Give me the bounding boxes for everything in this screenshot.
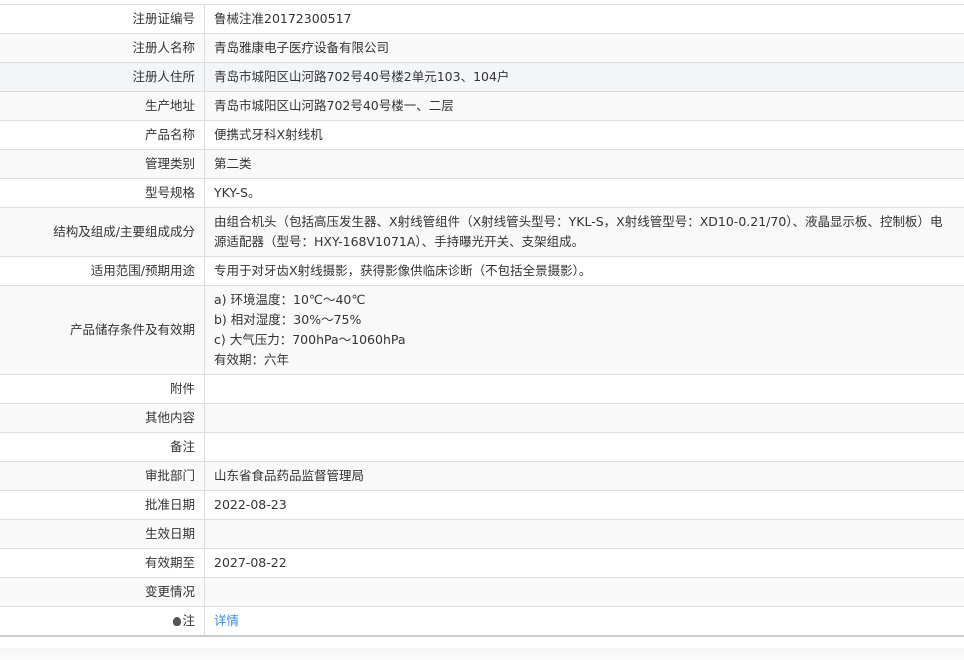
table-row: 审批部门 山东省食品药品监督管理局 <box>0 461 964 491</box>
row-label: 注册人名称 <box>0 33 205 63</box>
row-value: 详情 <box>204 606 964 636</box>
lightbulb-icon <box>173 617 182 626</box>
row-label: 注册人住所 <box>0 62 205 92</box>
row-value: 山东省食品药品监督管理局 <box>204 461 964 491</box>
row-label: 产品储存条件及有效期 <box>0 285 205 375</box>
details-link[interactable]: 详情 <box>214 613 239 628</box>
row-value: 2022-08-23 <box>204 490 964 520</box>
table-row: 管理类别 第二类 <box>0 149 964 179</box>
row-label: 附件 <box>0 374 205 404</box>
storage-line: 有效期：六年 <box>214 352 290 367</box>
row-value: a) 环境温度：10℃～40℃ b) 相对湿度：30%～75% c) 大气压力：70… <box>204 285 964 375</box>
row-label: 变更情况 <box>0 577 205 607</box>
row-value <box>204 403 964 433</box>
table-row: 结构及组成/主要组成成分 由组合机头（包括高压发生器、X射线管组件（X射线管头型号… <box>0 207 964 257</box>
table-row: 生产地址 青岛市城阳区山河路702号40号楼一、二层 <box>0 91 964 121</box>
storage-line: a) 环境温度：10℃～40℃ <box>214 292 366 307</box>
table-row: 变更情况 <box>0 577 964 607</box>
storage-line: b) 相对湿度：30%～75% <box>214 312 362 327</box>
row-value <box>204 374 964 404</box>
row-label: 注 <box>0 606 205 636</box>
table-row: 注册证编号 鲁械注准20172300517 <box>0 4 964 34</box>
row-label: 结构及组成/主要组成成分 <box>0 207 205 257</box>
row-label: 审批部门 <box>0 461 205 491</box>
storage-line: c) 大气压力：700hPa～1060hPa <box>214 332 406 347</box>
row-value: 青岛市城阳区山河路702号40号楼一、二层 <box>204 91 964 121</box>
row-value: 第二类 <box>204 149 964 179</box>
row-value: 青岛雅康电子医疗设备有限公司 <box>204 33 964 63</box>
table-row: 其他内容 <box>0 403 964 433</box>
row-value: 青岛市城阳区山河路702号40号楼2单元103、104户 <box>204 62 964 92</box>
row-label: 生效日期 <box>0 519 205 549</box>
row-value: 鲁械注准20172300517 <box>204 4 964 34</box>
row-value <box>204 519 964 549</box>
row-label: 产品名称 <box>0 120 205 150</box>
table-row: 有效期至 2027-08-22 <box>0 548 964 578</box>
row-label: 其他内容 <box>0 403 205 433</box>
table-row: 适用范围/预期用途 专用于对牙齿X射线摄影，获得影像供临床诊断（不包括全景摄影）。 <box>0 256 964 286</box>
table-row: 注详情 <box>0 606 964 636</box>
row-label: 管理类别 <box>0 149 205 179</box>
row-label: 备注 <box>0 432 205 462</box>
row-value: 专用于对牙齿X射线摄影，获得影像供临床诊断（不包括全景摄影）。 <box>204 256 964 286</box>
row-value: 2027-08-22 <box>204 548 964 578</box>
table-row: 产品储存条件及有效期 a) 环境温度：10℃～40℃ b) 相对湿度：30%～75%… <box>0 285 964 375</box>
row-value: YKY-S。 <box>204 178 964 208</box>
row-label: 有效期至 <box>0 548 205 578</box>
table-row: 备注 <box>0 432 964 462</box>
row-value: 由组合机头（包括高压发生器、X射线管组件（X射线管头型号：YKL-S，X射线管型… <box>204 207 964 257</box>
row-label: 型号规格 <box>0 178 205 208</box>
table-row: 产品名称 便携式牙科X射线机 <box>0 120 964 150</box>
table-row: 生效日期 <box>0 519 964 549</box>
row-value <box>204 432 964 462</box>
table-row: 注册人名称 青岛雅康电子医疗设备有限公司 <box>0 33 964 63</box>
row-label: 批准日期 <box>0 490 205 520</box>
row-value <box>204 577 964 607</box>
table-row: 附件 <box>0 374 964 404</box>
table-row: 批准日期 2022-08-23 <box>0 490 964 520</box>
footer-shadow <box>0 648 964 660</box>
row-label: 生产地址 <box>0 91 205 121</box>
row-label: 适用范围/预期用途 <box>0 256 205 286</box>
row-value: 便携式牙科X射线机 <box>204 120 964 150</box>
row-label: 注册证编号 <box>0 4 205 34</box>
registration-detail-table: 注册证编号 鲁械注准20172300517 注册人名称 青岛雅康电子医疗设备有限公司注… <box>0 4 964 637</box>
table-row: 型号规格 YKY-S。 <box>0 178 964 208</box>
table-row: 注册人住所 青岛市城阳区山河路702号40号楼2单元103、104户 <box>0 62 964 92</box>
